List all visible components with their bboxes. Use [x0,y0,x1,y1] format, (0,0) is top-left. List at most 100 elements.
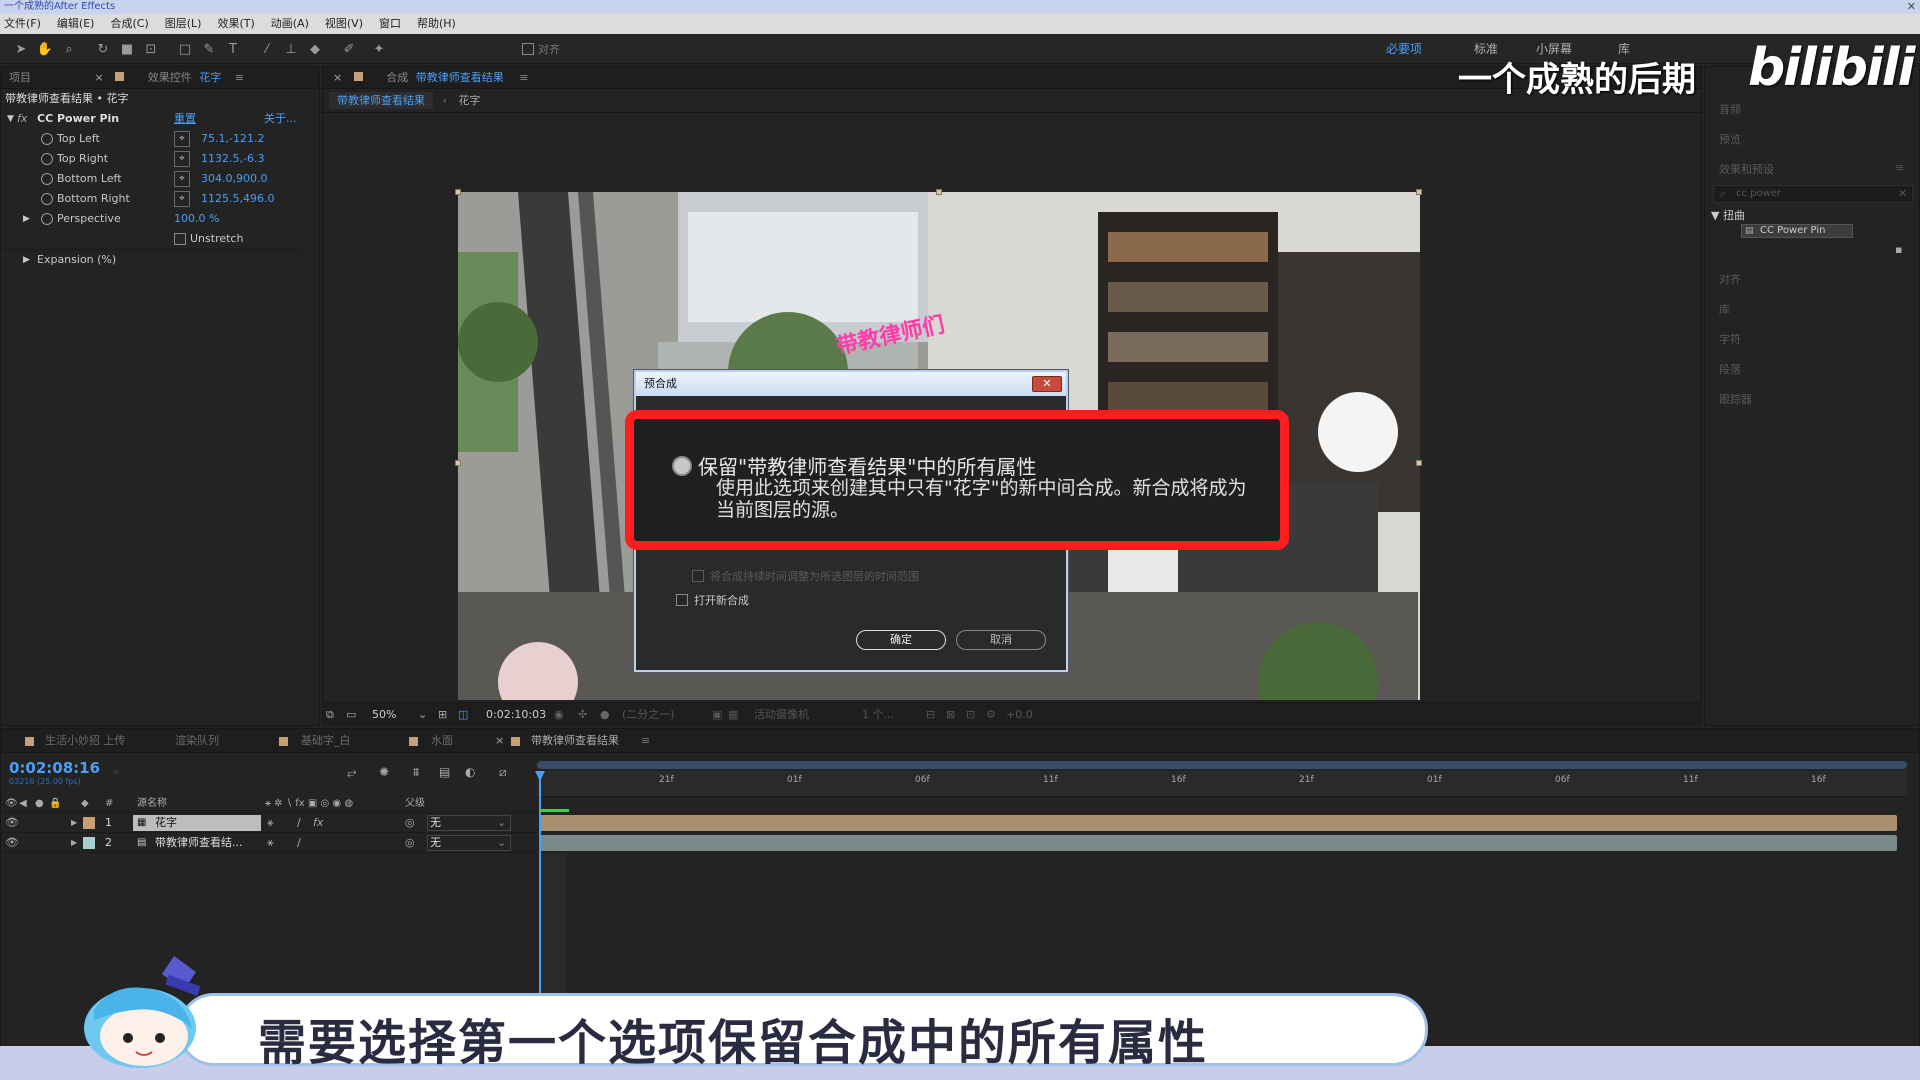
close-icon[interactable]: × [495,729,504,753]
menu-effect[interactable]: 效果(T) [217,14,254,34]
timeline-timecode[interactable]: 0:02:08:16 [9,759,100,777]
menu-help[interactable]: 帮助(H) [417,14,456,34]
label-color-chip[interactable] [83,817,95,829]
selection-tool-icon[interactable]: ➤ [12,40,30,58]
param-value[interactable]: 304.0,900.0 [201,169,267,189]
zoom-tool-icon[interactable]: ⌕ [60,40,78,58]
chevron-down-icon[interactable]: ⌄ [497,833,506,853]
stopwatch-icon[interactable] [41,173,53,185]
option-title[interactable]: 保留"带教律师查看结果"中的所有属性 [698,451,1036,480]
draft-3d-icon[interactable]: ✺ [379,765,389,779]
rotate-tool-icon[interactable]: ↻ [94,40,112,58]
reset-exposure-icon[interactable]: ⚙ [986,703,996,727]
menu-window[interactable]: 窗口 [379,14,401,34]
effects-search-field[interactable]: ⌕ cc power ✕ [1713,185,1913,203]
flowchart-icon[interactable]: ⊡ [966,703,975,727]
panel-menu-icon[interactable]: ≡ [641,729,650,753]
panel-preview[interactable]: 预览 [1719,131,1741,147]
layer-row-2[interactable]: 👁 ▶ 2 ▤ 带教律师查看结... ⚹ ∕ ◎ 无 ⌄ [1,833,535,853]
menu-file[interactable]: 文件(F) [4,14,41,34]
region-icon[interactable]: ◫ [458,703,468,727]
search-icon[interactable]: ⌕ [113,765,119,779]
collapse-switch-icon[interactable]: ⚹ [267,813,274,833]
stopwatch-icon[interactable] [41,193,53,205]
layer-handle[interactable] [455,460,461,466]
hand-tool-icon[interactable]: ✋ [36,40,54,58]
fx-switch-icon[interactable]: fx [313,813,323,833]
work-area-bar[interactable] [537,761,1907,769]
layer-handle[interactable] [1416,460,1422,466]
crosshair-pin-icon[interactable]: ⌖ [174,151,190,167]
crosshair-pin-icon[interactable]: ⌖ [174,191,190,207]
snapshot-icon[interactable]: ◉ [554,703,564,727]
breadcrumb-layer[interactable]: 花字 [458,94,480,107]
layer-bar-2[interactable] [539,835,1897,851]
pen-tool-icon[interactable]: ✎ [200,40,218,58]
pickwhip-icon[interactable]: ◎ [405,833,415,853]
zoom-select[interactable]: 50% [372,703,396,727]
category-distort[interactable]: ▼ 扭曲 [1711,207,1745,223]
panel-menu-icon[interactable]: ≡ [1895,161,1904,174]
roto-brush-tool-icon[interactable]: ✐ [340,40,358,58]
twirl-closed-icon[interactable]: ▶ [71,833,77,853]
close-icon[interactable]: × [333,71,342,84]
menu-layer[interactable]: 图层(L) [165,14,202,34]
label-color-chip[interactable] [83,837,95,849]
fast-preview-icon[interactable]: ⊟ [926,703,935,727]
menu-edit[interactable]: 编辑(E) [57,14,95,34]
resolution-select[interactable]: (二分之一) [622,703,675,727]
exposure-value[interactable]: +0.0 [1006,703,1033,727]
region-of-interest-icon[interactable]: ▣ [712,703,722,727]
transparency-grid-icon[interactable]: ▦ [728,703,738,727]
brush-tool-icon[interactable]: ⁄ [258,40,276,58]
quality-switch-icon[interactable]: ∕ [297,833,301,853]
menu-animation[interactable]: 动画(A) [271,14,309,34]
panel-align[interactable]: 对齐 [1719,271,1741,287]
stopwatch-icon[interactable] [41,133,53,145]
twirl-open-icon[interactable]: ▼ [7,109,14,129]
tab-effect-controls[interactable]: 效果控件 [148,71,192,84]
comp-mini-flowchart-icon[interactable]: ⥂ [347,765,357,780]
timeline-tab[interactable]: 渲染队列 [175,729,219,753]
camera-tool-icon[interactable]: ■ [118,40,136,58]
graph-editor-icon[interactable]: ⧄ [499,765,507,780]
panel-paragraph[interactable]: 段落 [1719,361,1741,377]
open-new-comp-checkbox[interactable] [676,594,688,606]
fit-icon[interactable]: ⊞ [438,703,447,727]
motion-blur-icon[interactable]: ◐ [465,765,475,779]
frame-blending-icon[interactable]: ▤ [439,765,450,779]
camera-select[interactable]: 活动摄像机 [754,703,809,727]
window-close-icon[interactable]: ✕ [1907,0,1916,13]
keep-attributes-radio[interactable] [672,456,692,476]
panel-audio[interactable]: 音频 [1719,101,1741,117]
source-name-header[interactable]: 源名称 [137,795,167,813]
panel-character[interactable]: 字符 [1719,331,1741,347]
twirl-closed-icon[interactable]: ▶ [23,209,30,229]
panel-tracker[interactable]: 跟踪器 [1719,391,1752,407]
reset-link[interactable]: 重置 [174,109,196,129]
menu-composition[interactable]: 合成(C) [110,14,148,34]
twirl-closed-icon[interactable]: ▶ [71,813,77,833]
stopwatch-icon[interactable] [41,153,53,165]
align-checkbox[interactable] [522,43,534,58]
workspace-essentials[interactable]: 必要项 [1386,40,1422,57]
eye-icon[interactable]: 👁 [5,813,19,833]
twirl-closed-icon[interactable]: ▶ [23,250,30,270]
views-select[interactable]: 1 个... [862,703,894,727]
adjust-duration-checkbox[interactable] [692,570,704,582]
new-folder-icon[interactable]: ▪ [1895,243,1902,256]
eraser-tool-icon[interactable]: ◆ [306,40,324,58]
menu-view[interactable]: 视图(V) [325,14,363,34]
clear-search-icon[interactable]: ✕ [1898,187,1907,200]
timeline-tab[interactable]: 生活小妙招 上传 [45,729,126,753]
text-tool-icon[interactable]: T [224,40,242,58]
rectangle-tool-icon[interactable]: □ [176,40,194,58]
tab-project[interactable]: 项目 [9,71,31,84]
eye-icon[interactable]: 👁 [5,833,19,853]
crosshair-pin-icon[interactable]: ⌖ [174,131,190,147]
time-ruler[interactable]: 21f 01f 06f 11f 16f 21f 01f 06f 11f 16f [537,771,1907,797]
layer-bar-1[interactable] [539,815,1897,831]
parent-header[interactable]: 父级 [405,795,425,813]
cancel-button[interactable]: 取消 [956,630,1046,650]
chevron-down-icon[interactable]: ⌄ [418,703,427,727]
